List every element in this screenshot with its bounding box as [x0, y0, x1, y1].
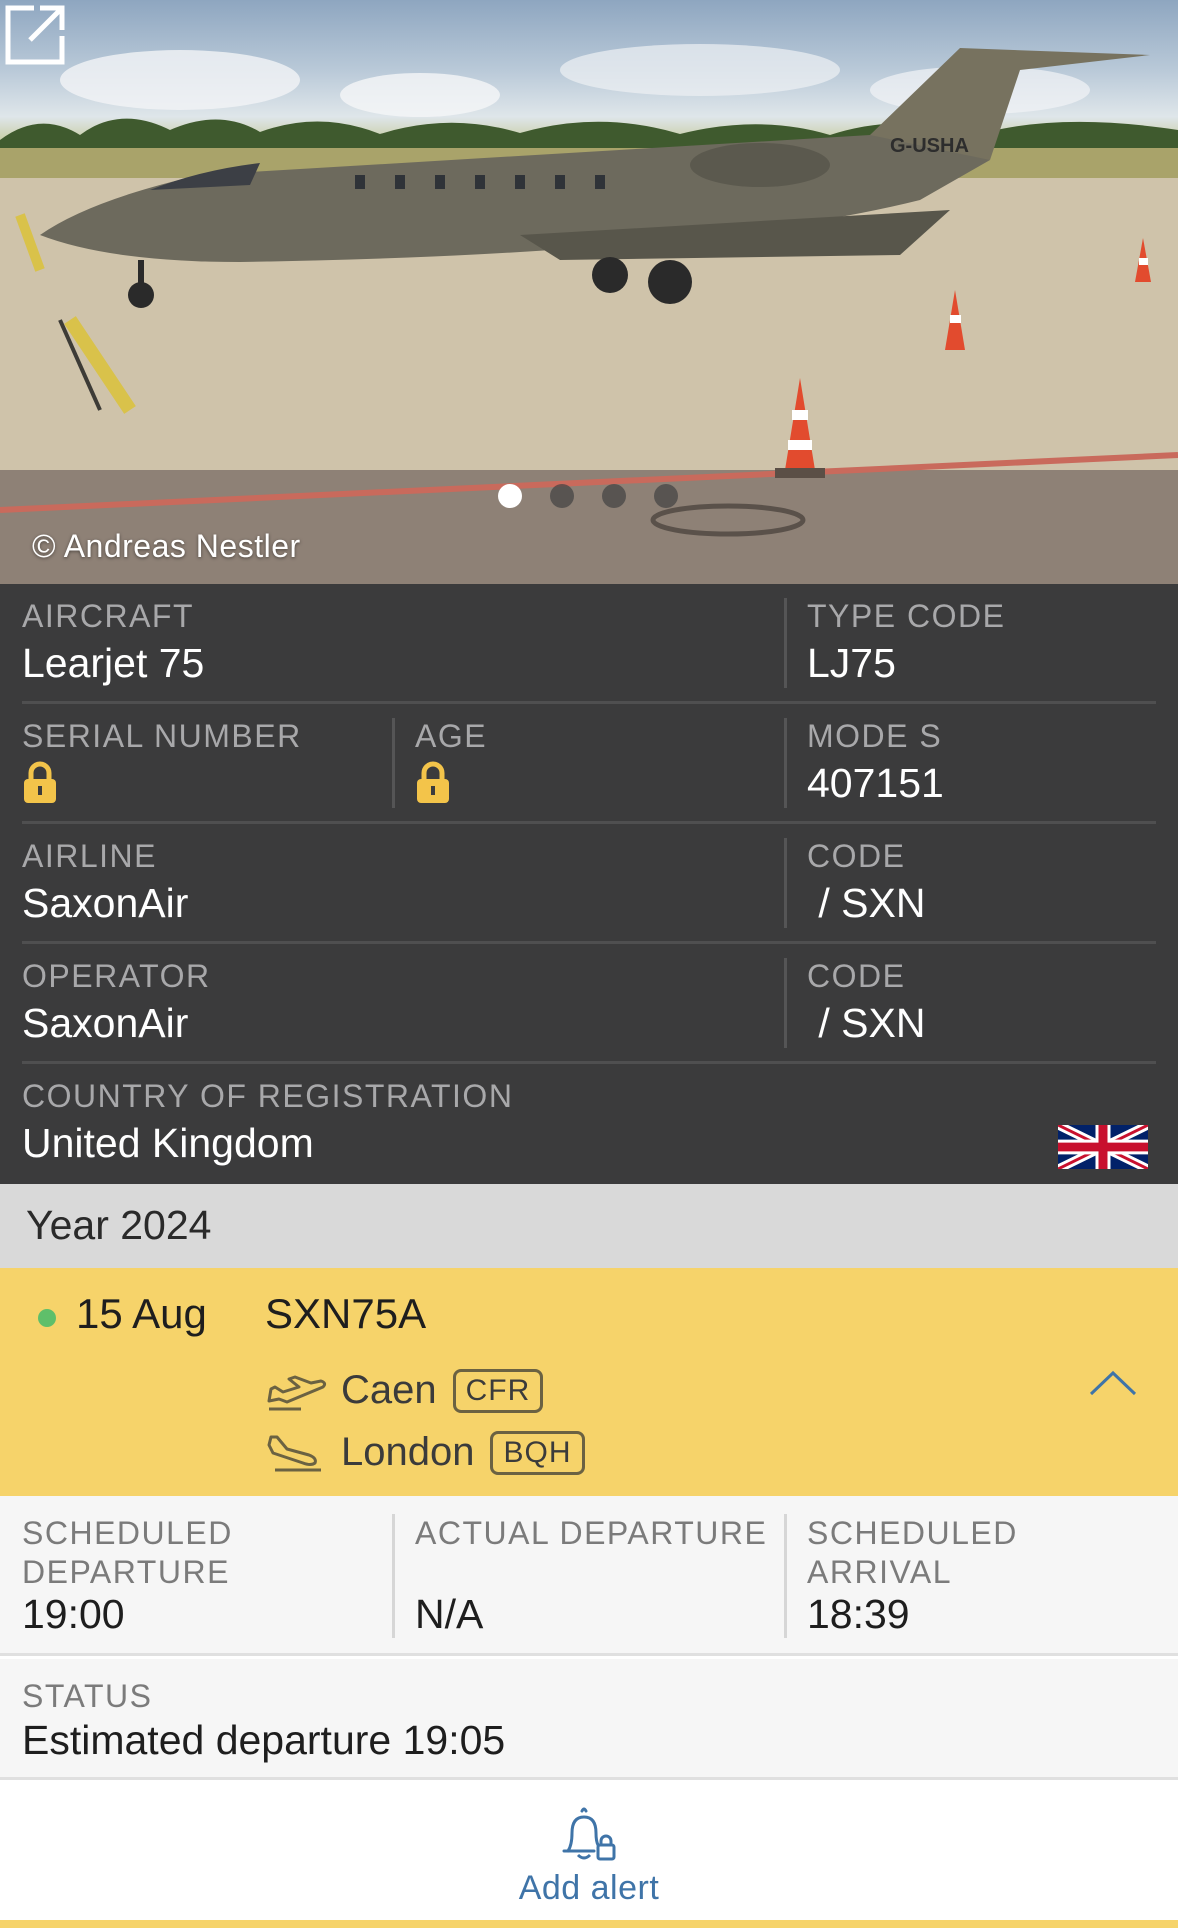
status-label: STATUS — [22, 1678, 153, 1714]
info-row-airline: AIRLINE SaxonAir CODE / SXN — [22, 824, 1156, 944]
scheduled-arrival-value: 18:39 — [807, 1591, 910, 1637]
tail-registration: G-USHA — [890, 135, 969, 157]
info-row-country: COUNTRY OF REGISTRATION United Kingdom — [22, 1064, 1156, 1184]
destination-code[interactable]: BQH — [490, 1430, 585, 1475]
serial-number-label: SERIAL NUMBER — [22, 718, 302, 754]
actual-departure-cell: ACTUAL DEPARTURE N/A — [392, 1514, 784, 1638]
flight-row[interactable]: 15 Aug SXN75A Caen CFR London BQH — [0, 1268, 1178, 1496]
flight-details: SCHEDULED DEPARTURE 19:00 ACTUAL DEPARTU… — [0, 1496, 1178, 1656]
operator-label: OPERATOR — [22, 958, 211, 994]
actual-departure-label: ACTUAL DEPARTURE — [415, 1515, 768, 1551]
carousel-dot-4[interactable] — [654, 484, 678, 508]
carousel-dot-1[interactable] — [498, 484, 522, 508]
bottom-accent-line — [0, 1920, 1178, 1928]
live-status-dot — [38, 1309, 56, 1327]
uk-flag-icon — [1058, 1125, 1148, 1169]
mode-s-value: 407151 — [807, 760, 944, 806]
operator-code-value: / SXN — [807, 1000, 926, 1046]
photo-credit: © Andreas Nestler — [32, 528, 301, 564]
scheduled-departure-label: SCHEDULED DEPARTURE — [22, 1515, 233, 1590]
airline-value[interactable]: SaxonAir — [22, 878, 782, 928]
info-row-operator: OPERATOR SaxonAir CODE / SXN — [22, 944, 1156, 1064]
serial-lock-icon[interactable] — [22, 760, 58, 804]
flight-number[interactable]: SXN75A — [265, 1290, 426, 1338]
aircraft-photo[interactable]: G-USHA © Andreas Nestler — [0, 0, 1178, 584]
info-row-aircraft: AIRCRAFT Learjet 75 TYPE CODE LJ75 — [22, 584, 1156, 704]
carousel-dot-2[interactable] — [550, 484, 574, 508]
age-lock-icon[interactable] — [415, 760, 451, 804]
airline-label: AIRLINE — [22, 838, 157, 874]
aircraft-label: AIRCRAFT — [22, 598, 194, 634]
bell-lock-icon — [562, 1807, 616, 1861]
age-label: AGE — [415, 718, 488, 754]
scheduled-arrival-label: SCHEDULED ARRIVAL — [807, 1515, 1018, 1590]
scheduled-departure-cell: SCHEDULED DEPARTURE 19:00 — [22, 1514, 392, 1638]
actual-departure-value: N/A — [415, 1591, 484, 1637]
flight-status: STATUS Estimated departure 19:05 — [0, 1659, 1178, 1780]
aircraft-value: Learjet 75 — [22, 640, 205, 686]
scheduled-arrival-cell: SCHEDULED ARRIVAL 18:39 — [784, 1514, 1154, 1638]
carousel-dot-3[interactable] — [602, 484, 626, 508]
origin-code[interactable]: CFR — [452, 1368, 544, 1413]
country-value: United Kingdom — [22, 1120, 314, 1166]
aircraft-info-panel: AIRCRAFT Learjet 75 TYPE CODE LJ75 SERIA… — [0, 584, 1178, 1184]
photo-carousel-dots[interactable] — [498, 484, 678, 508]
origin-city[interactable]: Caen — [341, 1368, 437, 1413]
year-section-header: Year 2024 — [0, 1184, 1178, 1268]
type-code-value: LJ75 — [807, 640, 896, 686]
scheduled-departure-value: 19:00 — [22, 1591, 125, 1637]
add-alert-label[interactable]: Add alert — [0, 1869, 1178, 1908]
status-value: Estimated departure 19:05 — [22, 1717, 506, 1763]
airline-code-value: / SXN — [807, 880, 926, 926]
country-label: COUNTRY OF REGISTRATION — [22, 1078, 514, 1114]
airline-code-label: CODE — [807, 838, 906, 874]
add-alert-button[interactable]: Add alert — [0, 1783, 1178, 1931]
type-code-label: TYPE CODE — [807, 598, 1006, 634]
destination-row: London BQH — [265, 1430, 585, 1475]
mode-s-label: MODE S — [807, 718, 943, 754]
flight-date: 15 Aug — [76, 1290, 207, 1337]
info-row-serial: SERIAL NUMBER AGE MODE S 407151 — [22, 704, 1156, 824]
destination-city[interactable]: London — [341, 1430, 474, 1475]
external-link-icon[interactable] — [0, 0, 70, 70]
operator-value[interactable]: SaxonAir — [22, 998, 782, 1048]
year-label: Year 2024 — [26, 1202, 212, 1248]
landing-icon — [267, 1435, 321, 1471]
operator-code-label: CODE — [807, 958, 906, 994]
takeoff-icon — [267, 1375, 327, 1410]
chevron-up-icon[interactable] — [1088, 1368, 1138, 1398]
origin-row: Caen CFR — [265, 1368, 544, 1413]
